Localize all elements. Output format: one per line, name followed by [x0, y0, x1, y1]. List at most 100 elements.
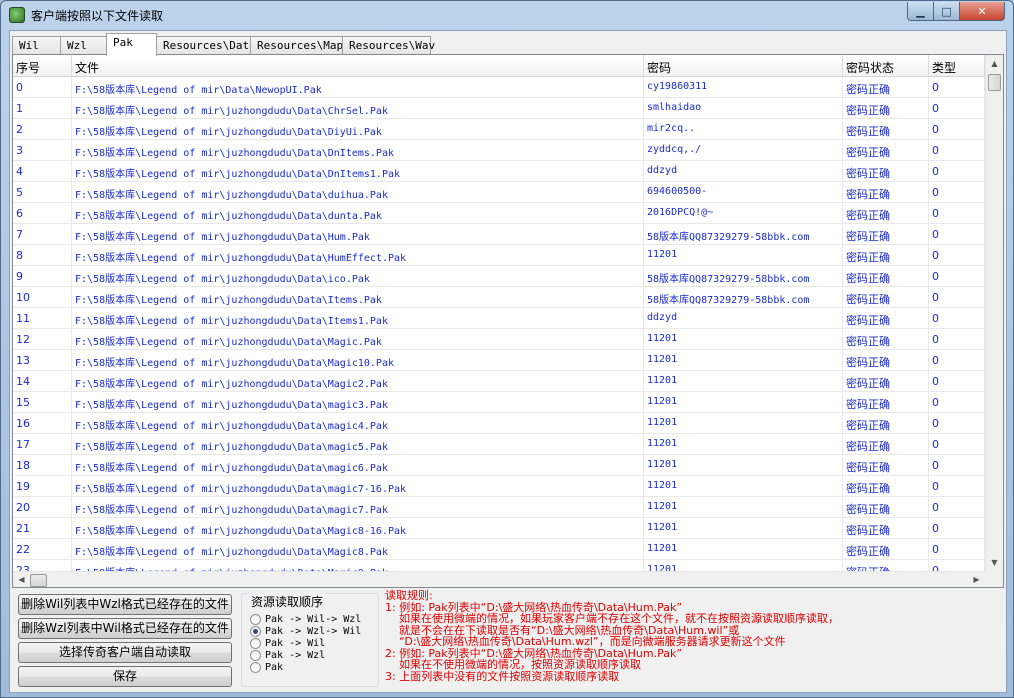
table-row[interactable]: 18 F:\58版本库\Legend of mir\juzhongdudu\Dat… [13, 455, 985, 476]
app-icon [9, 7, 25, 23]
table-row[interactable]: 16 F:\58版本库\Legend of mir\juzhongdudu\Dat… [13, 413, 985, 434]
table-row[interactable]: 19 F:\58版本库\Legend of mir\juzhongdudu\Dat… [13, 476, 985, 497]
table-row[interactable]: 13 F:\58版本库\Legend of mir\juzhongdudu\Dat… [13, 350, 985, 371]
table-row[interactable]: 8 F:\58版本库\Legend of mir\juzhongdudu\Data… [13, 245, 985, 266]
table-row[interactable]: 7 F:\58版本库\Legend of mir\juzhongdudu\Data… [13, 224, 985, 245]
radio-button[interactable] [250, 613, 261, 625]
row-file-cell: F:\58版本库\Legend of mir\juzhongdudu\Data\… [72, 287, 644, 308]
close-button[interactable]: ✕ [959, 2, 1005, 21]
read-order-option[interactable]: Pak -> Wzl-> Wil [250, 625, 361, 637]
select-client-button[interactable]: 选择传奇客户端自动读取 [18, 642, 232, 663]
row-type-cell: 0 [929, 140, 985, 161]
table-row[interactable]: 9 F:\58版本库\Legend of mir\juzhongdudu\Data… [13, 266, 985, 287]
scroll-left-icon[interactable]: ◀ [13, 572, 30, 587]
table-row[interactable]: 3 F:\58版本库\Legend of mir\juzhongdudu\Data… [13, 140, 985, 161]
row-type-cell: 0 [929, 182, 985, 203]
radio-label: Pak -> Wzl [265, 649, 326, 661]
minimize-icon: ▁ [916, 4, 925, 18]
vertical-scrollbar[interactable]: ▲ ▼ [985, 55, 1003, 571]
table-row[interactable]: 15 F:\58版本库\Legend of mir\juzhongdudu\Dat… [13, 392, 985, 413]
table-row[interactable]: 0 F:\58版本库\Legend of mir\Data\NewopUI.Pak… [13, 77, 985, 98]
tab-resources-wav[interactable]: Resources\Wav [342, 36, 435, 55]
horizontal-scroll-thumb[interactable] [30, 574, 47, 587]
row-type-cell: 0 [929, 497, 985, 518]
radio-button[interactable] [250, 649, 261, 661]
table-row[interactable]: 17 F:\58版本库\Legend of mir\juzhongdudu\Dat… [13, 434, 985, 455]
maximize-button[interactable]: □ [933, 2, 960, 21]
read-order-option[interactable]: Pak -> Wil-> Wzl [250, 613, 361, 625]
row-status-cell: 密码正确 [843, 371, 929, 392]
row-file-cell: F:\58版本库\Legend of mir\juzhongdudu\Data\… [72, 518, 644, 539]
row-password-cell: 11201 [644, 455, 843, 476]
read-order-option[interactable]: Pak [250, 661, 283, 673]
tab-wzl[interactable]: Wzl [60, 36, 107, 55]
file-list-view[interactable]: 序号 文件 密码 密码状态 类型 0 F:\58版本库\Legend of mir… [12, 54, 1004, 588]
row-file-cell: F:\58版本库\Legend of mir\juzhongdudu\Data\… [72, 140, 644, 161]
read-order-group: 资源读取顺序 Pak -> Wil-> Wzl Pak -> Wzl-> Wil P… [241, 593, 379, 687]
radio-label: Pak -> Wil [265, 637, 326, 649]
table-row[interactable]: 22 F:\58版本库\Legend of mir\juzhongdudu\Dat… [13, 539, 985, 560]
rule-line: “D:\盛大网络\热血传奇\Data\Hum.wzl”，而是向微端服务器请求更新… [385, 635, 786, 648]
window-title: 客户端按照以下文件读取 [31, 9, 164, 23]
table-row[interactable]: 1 F:\58版本库\Legend of mir\juzhongdudu\Data… [13, 98, 985, 119]
read-order-option[interactable]: Pak -> Wzl [250, 649, 325, 661]
row-file-cell: F:\58版本库\Legend of mir\juzhongdudu\Data\… [72, 245, 644, 266]
table-row[interactable]: 10 F:\58版本库\Legend of mir\juzhongdudu\Dat… [13, 287, 985, 308]
radio-button[interactable] [250, 661, 261, 673]
row-password-cell: 2016DPCQ!@~ [644, 203, 843, 224]
row-index-cell: 12 [13, 329, 72, 350]
row-index-cell: 5 [13, 182, 72, 203]
column-header-file[interactable]: 文件 [72, 55, 644, 77]
row-status-cell: 密码正确 [843, 518, 929, 539]
read-rules-text: 读取规则: 1: 例如: Pak列表中“D:\盛大网络\热血传奇\Data\Hum… [385, 590, 885, 682]
table-row[interactable]: 14 F:\58版本库\Legend of mir\juzhongdudu\Dat… [13, 371, 985, 392]
scroll-down-icon[interactable]: ▼ [986, 554, 1003, 571]
table-row[interactable]: 12 F:\58版本库\Legend of mir\juzhongdudu\Dat… [13, 329, 985, 350]
radio-label: Pak -> Wil-> Wzl [265, 613, 362, 625]
row-status-cell: 密码正确 [843, 224, 929, 245]
column-header-password[interactable]: 密码 [644, 55, 843, 77]
table-row[interactable]: 4 F:\58版本库\Legend of mir\juzhongdudu\Data… [13, 161, 985, 182]
row-type-cell: 0 [929, 392, 985, 413]
minimize-button[interactable]: ▁ [907, 2, 934, 21]
vertical-scroll-thumb[interactable] [988, 74, 1001, 91]
tab-wil[interactable]: Wil [12, 36, 61, 55]
row-type-cell: 0 [929, 224, 985, 245]
scroll-up-icon[interactable]: ▲ [986, 55, 1003, 72]
row-status-cell: 密码正确 [843, 203, 929, 224]
rule-line: 如果在使用微端的情况，如果玩家客户端不存在这个文件，就不在按照资源读取顺序读取， [385, 612, 839, 625]
tab-resources-data[interactable]: Resources\Data [156, 36, 256, 55]
radio-button[interactable] [250, 637, 261, 649]
column-header-index[interactable]: 序号 [13, 55, 72, 77]
table-row[interactable]: 21 F:\58版本库\Legend of mir\juzhongdudu\Dat… [13, 518, 985, 539]
row-index-cell: 9 [13, 266, 72, 287]
row-index-cell: 11 [13, 308, 72, 329]
table-row[interactable]: 5 F:\58版本库\Legend of mir\juzhongdudu\Data… [13, 182, 985, 203]
row-password-cell: 11201 [644, 497, 843, 518]
table-row[interactable]: 6 F:\58版本库\Legend of mir\juzhongdudu\Data… [13, 203, 985, 224]
save-button[interactable]: 保存 [18, 666, 232, 687]
row-type-cell: 0 [929, 203, 985, 224]
column-header-type[interactable]: 类型 [929, 55, 985, 77]
tab-resources-map[interactable]: Resources\Map [250, 36, 343, 55]
table-row[interactable]: 11 F:\58版本库\Legend of mir\juzhongdudu\Dat… [13, 308, 985, 329]
horizontal-scrollbar[interactable]: ◀ ▶ [13, 571, 985, 587]
read-order-option[interactable]: Pak -> Wil [250, 637, 325, 649]
tab-pak[interactable]: Pak [106, 33, 157, 56]
table-row[interactable]: 2 F:\58版本库\Legend of mir\juzhongdudu\Data… [13, 119, 985, 140]
row-type-cell: 0 [929, 98, 985, 119]
table-row[interactable]: 20 F:\58版本库\Legend of mir\juzhongdudu\Dat… [13, 497, 985, 518]
delete-wil-duplicates-button[interactable]: 删除Wil列表中Wzl格式已经存在的文件 [18, 594, 232, 615]
row-file-cell: F:\58版本库\Legend of mir\juzhongdudu\Data\… [72, 224, 644, 245]
maximize-icon: □ [941, 4, 952, 18]
row-password-cell: 11201 [644, 245, 843, 266]
row-index-cell: 0 [13, 77, 72, 98]
scroll-right-icon[interactable]: ▶ [968, 572, 985, 587]
column-header-password-status[interactable]: 密码状态 [843, 55, 929, 77]
table-row[interactable]: 23F:\58版本库\Legend of mir\juzhongdudu\Dat… [13, 560, 985, 571]
radio-button[interactable] [250, 625, 261, 637]
row-status-cell: 密码正确 [843, 98, 929, 119]
row-password-cell: 11201 [644, 518, 843, 539]
delete-wzl-duplicates-button[interactable]: 删除Wzl列表中Wil格式已经存在的文件 [18, 618, 232, 639]
row-status-cell: 密码正确 [843, 350, 929, 371]
